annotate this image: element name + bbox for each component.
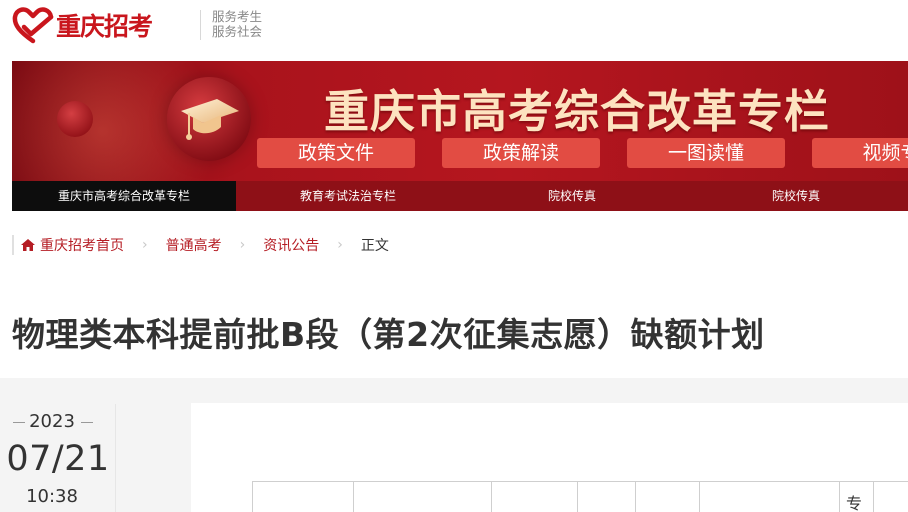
table-column-border (353, 482, 354, 512)
article-title: 物理类本科提前批B段（第2次征集志愿）缺额计划 (12, 315, 765, 354)
breadcrumb-announcements-link[interactable]: 资讯公告 (263, 235, 319, 255)
logo-text: 重庆招考 (56, 12, 153, 41)
banner-orb-small (57, 101, 93, 137)
header-divider (200, 10, 201, 40)
banner-button-infographic[interactable]: 一图读懂 (627, 138, 785, 168)
breadcrumb: 重庆招考首页 › 普通高考 › 资讯公告 › 正文 (12, 232, 389, 258)
nav-item-college-news-2[interactable]: 院校传真 (684, 181, 908, 211)
table-column-border (577, 482, 578, 512)
topic-nav-bar: 重庆市高考综合改革专栏 教育考试法治专栏 院校传真 院校传真 (12, 181, 908, 211)
reform-banner[interactable]: 重庆市高考综合改革专栏 政策文件 政策解读 一图读懂 视频专 (12, 61, 908, 181)
breadcrumb-current: 正文 (360, 238, 389, 254)
banner-button-policy-interpretation[interactable]: 政策解读 (442, 138, 600, 168)
table-header-cell: 专 (846, 494, 863, 512)
breadcrumb-home-link[interactable]: 重庆招考首页 (40, 235, 124, 255)
table-column-border (873, 482, 874, 512)
breadcrumb-gaokao-link[interactable]: 普通高考 (166, 235, 222, 255)
table-column-border (699, 482, 700, 512)
banner-button-policy-docs[interactable]: 政策文件 (257, 138, 415, 168)
table-column-border (635, 482, 636, 512)
breadcrumb-separator: › (142, 237, 148, 253)
nav-item-legal-column[interactable]: 教育考试法治专栏 (236, 181, 460, 211)
publish-date: 2023 07/21 10:38 (0, 400, 116, 512)
date-time: 10:38 (26, 486, 78, 507)
breadcrumb-separator: › (239, 237, 246, 253)
date-divider (115, 404, 116, 512)
banner-button-video[interactable]: 视频专 (812, 138, 908, 168)
breadcrumb-accent (12, 235, 14, 255)
quota-table (252, 481, 908, 512)
nav-item-college-news-1[interactable]: 院校传真 (460, 181, 684, 211)
header-slogan: 服务考生 服务社会 (212, 9, 262, 39)
home-icon (21, 239, 35, 251)
table-column-border (491, 482, 492, 512)
date-month-day: 07/21 (6, 439, 110, 479)
banner-title: 重庆市高考综合改革专栏 (324, 85, 831, 138)
graduation-cap-icon (181, 99, 239, 140)
site-logo[interactable]: 重庆招考 (12, 4, 192, 46)
heart-check-logo-icon (12, 7, 54, 44)
slogan-line-2: 服务社会 (212, 24, 263, 39)
site-header: 重庆招考 服务考生 服务社会 (0, 0, 908, 50)
table-column-border (839, 482, 840, 512)
date-year-rule-right (81, 422, 93, 423)
breadcrumb-separator: › (337, 237, 343, 253)
slogan-line-1: 服务考生 (212, 9, 263, 24)
nav-item-reform-column[interactable]: 重庆市高考综合改革专栏 (12, 181, 236, 211)
